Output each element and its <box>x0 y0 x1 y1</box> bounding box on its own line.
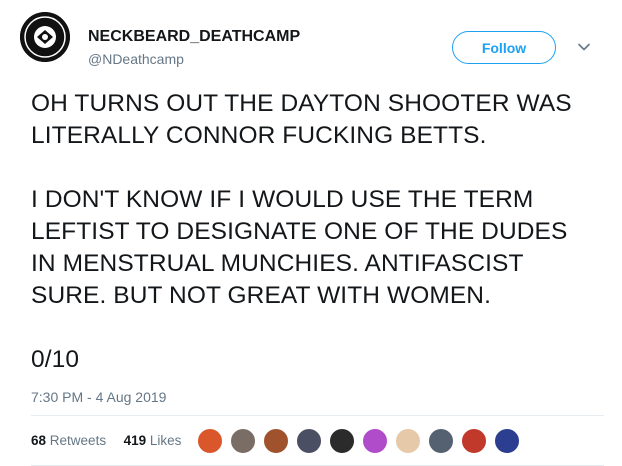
liker-avatar[interactable] <box>197 428 223 454</box>
liker-avatar[interactable] <box>362 428 388 454</box>
liker-avatar[interactable] <box>296 428 322 454</box>
retweets-count[interactable]: 68 <box>31 433 46 448</box>
liker-avatar[interactable] <box>263 428 289 454</box>
liker-avatar[interactable] <box>395 428 421 454</box>
liker-avatar[interactable] <box>230 428 256 454</box>
liker-avatars <box>197 428 527 454</box>
follow-button[interactable]: Follow <box>452 31 556 64</box>
liker-avatar[interactable] <box>329 428 355 454</box>
liker-avatar[interactable] <box>494 428 520 454</box>
display-name[interactable]: NECKBEARD_DEATHCAMP <box>88 28 300 46</box>
user-handle[interactable]: @NDeathcamp <box>88 51 184 67</box>
divider-top <box>31 415 604 416</box>
tweet-timestamp[interactable]: 7:30 PM - 4 Aug 2019 <box>31 389 166 405</box>
follow-button-label: Follow <box>481 39 527 56</box>
tweet-text: OH TURNS OUT THE DAYTON SHOOTER WAS LITE… <box>31 90 572 373</box>
likes-label[interactable]: Likes <box>150 433 182 448</box>
retweets-label[interactable]: Retweets <box>50 433 106 448</box>
liker-avatar[interactable] <box>428 428 454 454</box>
avatar[interactable] <box>20 12 70 62</box>
likes-count[interactable]: 419 <box>124 433 147 448</box>
tweet-stats: 68 Retweets 419 Likes <box>31 433 181 448</box>
chevron-down-icon[interactable] <box>578 41 590 53</box>
liker-avatar[interactable] <box>461 428 487 454</box>
logo-icon <box>20 12 70 62</box>
